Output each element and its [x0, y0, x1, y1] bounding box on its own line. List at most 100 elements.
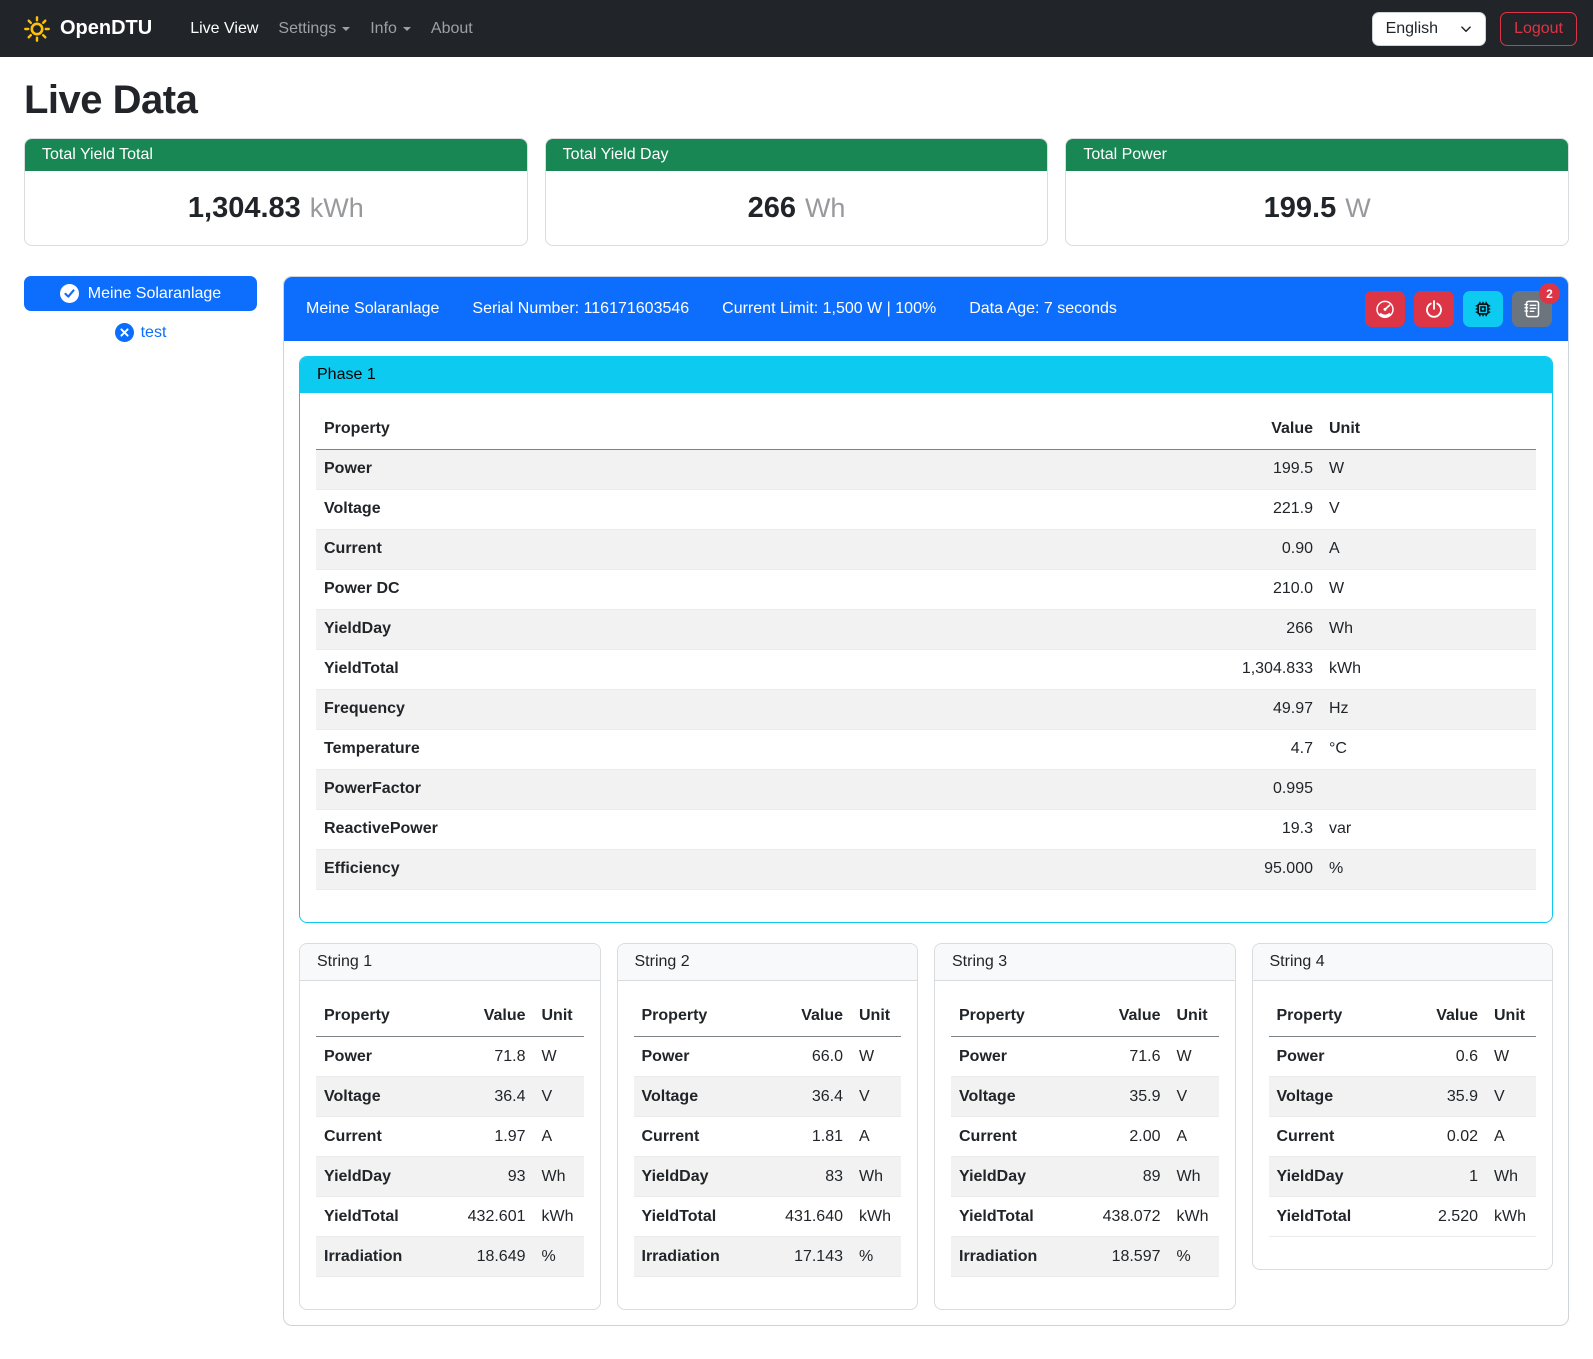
table-row: YieldDay1Wh: [1269, 1157, 1537, 1197]
table-cell-unit: W: [1486, 1037, 1536, 1077]
string-card-body: Property Value Unit Power71.6WVoltage35.…: [935, 981, 1235, 1310]
string-card-title: String 4: [1253, 944, 1553, 981]
chevron-down-icon: [342, 27, 350, 31]
table-cell-unit: V: [534, 1077, 584, 1117]
table-header-row: Property Value Unit: [316, 409, 1536, 449]
table-cell-prop: Current: [1269, 1117, 1415, 1157]
summary-unit: W: [1345, 193, 1370, 224]
column-header-property: Property: [634, 997, 778, 1037]
table-cell-prop: Current: [316, 1117, 460, 1157]
string-card-2: String 2 Property Value Unit: [617, 943, 919, 1311]
summary-unit: Wh: [805, 193, 846, 224]
summary-card-body: 266 Wh: [546, 171, 1048, 245]
table-cell-unit: Wh: [534, 1157, 584, 1197]
table-cell-unit: W: [851, 1037, 901, 1077]
string-table-body: Power71.8WVoltage36.4VCurrent1.97AYieldD…: [316, 1037, 584, 1277]
table-cell-val: 18.649: [460, 1237, 534, 1277]
table-row: YieldTotal1,304.833kWh: [316, 649, 1536, 689]
nav-item-live-view[interactable]: Live View: [180, 12, 268, 46]
table-row: Power199.5W: [316, 449, 1536, 489]
summary-card-title: Total Yield Total: [25, 139, 527, 171]
table-cell-val: 36.4: [460, 1077, 534, 1117]
table-cell-unit: V: [851, 1077, 901, 1117]
table-row: Irradiation17.143%: [634, 1237, 902, 1277]
string-table: Property Value Unit Power71.8WVoltage36.…: [316, 997, 584, 1278]
inverter-name: Meine Solaranlage: [306, 300, 439, 318]
table-cell-prop: PowerFactor: [316, 769, 1231, 809]
column-header-value: Value: [460, 997, 534, 1037]
table-row: Voltage35.9V: [951, 1077, 1219, 1117]
logout-button[interactable]: Logout: [1500, 12, 1577, 46]
inverter-select-test[interactable]: test: [24, 323, 257, 342]
string-card-title: String 2: [618, 944, 918, 981]
table-cell-prop: Voltage: [316, 1077, 460, 1117]
table-cell-prop: Irradiation: [316, 1237, 460, 1277]
table-cell-val: 4.7: [1231, 729, 1321, 769]
table-row: YieldDay83Wh: [634, 1157, 902, 1197]
phase-table: Property Value Unit Power199.5WVoltage22…: [316, 409, 1536, 890]
string-card-1: String 1 Property Value Unit: [299, 943, 601, 1311]
table-cell-unit: kWh: [851, 1197, 901, 1237]
table-row: YieldTotal2.520kWh: [1269, 1197, 1537, 1237]
page-title: Live Data: [24, 78, 1569, 123]
table-row: ReactivePower19.3var: [316, 809, 1536, 849]
string-table: Property Value Unit Power0.6WVoltage35.9…: [1269, 997, 1537, 1238]
table-cell-prop: YieldTotal: [951, 1197, 1095, 1237]
language-selected-value: English: [1386, 20, 1438, 38]
brand[interactable]: OpenDTU: [24, 16, 152, 42]
language-select[interactable]: English: [1372, 12, 1486, 46]
table-cell-val: 210.0: [1231, 569, 1321, 609]
table-cell-prop: Voltage: [1269, 1077, 1415, 1117]
inverter-select-button-meine-solaranlage[interactable]: Meine Solaranlage: [24, 276, 257, 311]
table-cell-prop: Frequency: [316, 689, 1231, 729]
event-log-button[interactable]: 2: [1512, 291, 1552, 327]
table-row: Current2.00A: [951, 1117, 1219, 1157]
table-cell-val: 19.3: [1231, 809, 1321, 849]
table-cell-unit: var: [1321, 809, 1536, 849]
power-button[interactable]: [1414, 291, 1454, 327]
table-cell-prop: Current: [634, 1117, 778, 1157]
device-info-button[interactable]: [1463, 291, 1503, 327]
table-row: Power DC210.0W: [316, 569, 1536, 609]
phase-card: Phase 1 Property Value Unit Power199.5WV…: [299, 356, 1553, 923]
chevron-down-icon: [403, 27, 411, 31]
column-header-unit: Unit: [534, 997, 584, 1037]
nav-item-settings[interactable]: Settings: [268, 12, 360, 46]
string-card-body: Property Value Unit Power0.6WVoltage35.9…: [1253, 981, 1553, 1270]
table-header-row: Property Value Unit: [1269, 997, 1537, 1037]
column-header-value: Value: [1231, 409, 1321, 449]
navbar: OpenDTU Live View Settings Info About En…: [0, 0, 1593, 57]
column-header-unit: Unit: [1169, 997, 1219, 1037]
table-cell-unit: A: [1321, 529, 1536, 569]
table-cell-unit: kWh: [1321, 649, 1536, 689]
table-row: Voltage35.9V: [1269, 1077, 1537, 1117]
chevron-down-icon: [1460, 23, 1472, 35]
inverter-serial: Serial Number: 116171603546: [472, 300, 689, 318]
nav-item-about[interactable]: About: [421, 12, 483, 46]
table-cell-val: 199.5: [1231, 449, 1321, 489]
table-cell-unit: A: [1169, 1117, 1219, 1157]
table-row: Voltage221.9V: [316, 489, 1536, 529]
limit-settings-button[interactable]: [1365, 291, 1405, 327]
table-header-row: Property Value Unit: [951, 997, 1219, 1037]
table-cell-val: 431.640: [777, 1197, 851, 1237]
table-row: Irradiation18.597%: [951, 1237, 1219, 1277]
nav-item-info[interactable]: Info: [360, 12, 421, 46]
table-cell-prop: YieldDay: [951, 1157, 1095, 1197]
table-cell-prop: Current: [951, 1117, 1095, 1157]
table-cell-prop: Power: [1269, 1037, 1415, 1077]
string-card-body: Property Value Unit Power71.8WVoltage36.…: [300, 981, 600, 1310]
summary-value: 1,304.83: [188, 192, 301, 225]
summary-card-title: Total Yield Day: [546, 139, 1048, 171]
phase-card-title: Phase 1: [300, 357, 1552, 393]
table-cell-unit: kWh: [1169, 1197, 1219, 1237]
table-row: YieldDay266Wh: [316, 609, 1536, 649]
table-cell-val: 1: [1414, 1157, 1486, 1197]
table-cell-unit: %: [1169, 1237, 1219, 1277]
table-cell-prop: ReactivePower: [316, 809, 1231, 849]
table-cell-prop: YieldTotal: [316, 649, 1231, 689]
table-cell-val: 36.4: [777, 1077, 851, 1117]
table-cell-val: 17.143: [777, 1237, 851, 1277]
string-table-body: Power0.6WVoltage35.9VCurrent0.02AYieldDa…: [1269, 1037, 1537, 1237]
table-cell-prop: YieldDay: [1269, 1157, 1415, 1197]
